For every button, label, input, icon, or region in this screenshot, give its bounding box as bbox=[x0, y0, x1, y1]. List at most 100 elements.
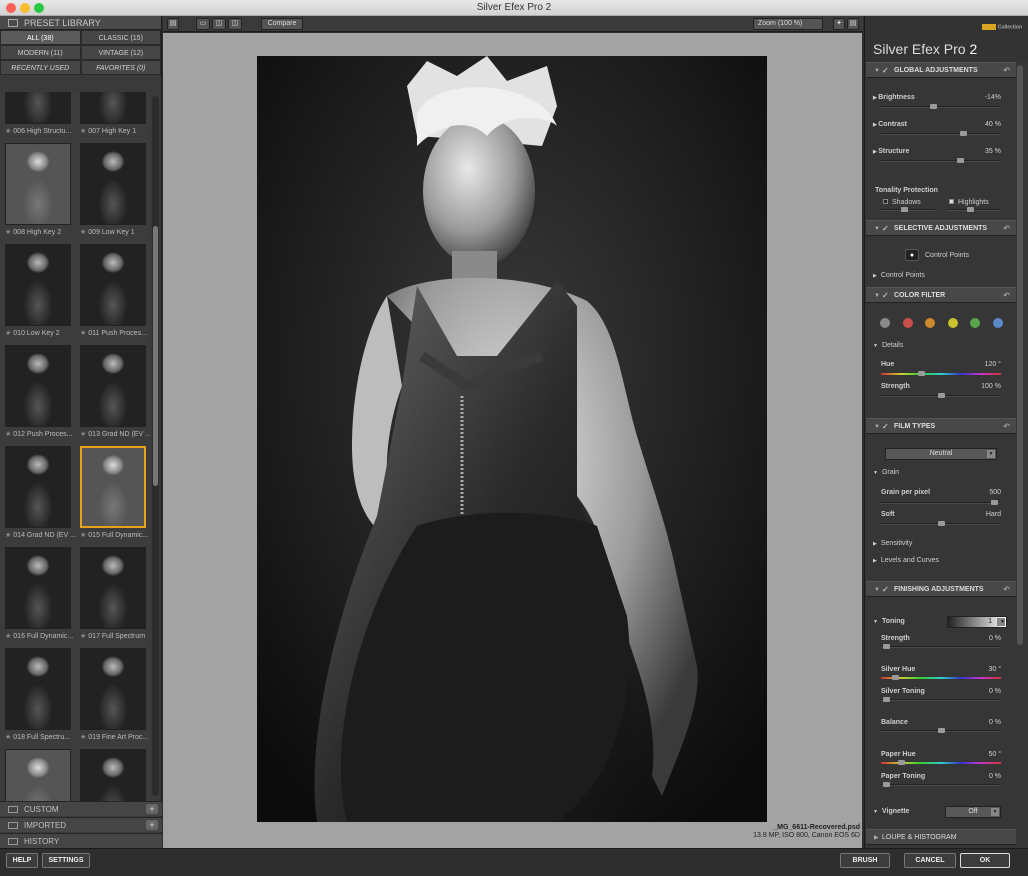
preset-thumbnail[interactable] bbox=[80, 446, 146, 528]
color-filter-header[interactable]: ▼ ✓ COLOR FILTER ↶ bbox=[866, 287, 1016, 303]
color-filter-swatch[interactable] bbox=[902, 318, 913, 328]
expand-arrow-icon[interactable]: ▶ bbox=[874, 830, 879, 846]
favorite-star-icon[interactable]: ★ bbox=[80, 532, 86, 539]
control-points-button[interactable]: ● Control Points bbox=[905, 249, 969, 261]
grain-toggle[interactable]: ▼ Grain bbox=[873, 469, 899, 476]
preset-thumbnail[interactable] bbox=[5, 345, 71, 427]
brush-button[interactable]: BRUSH bbox=[840, 853, 890, 868]
color-strength-slider[interactable] bbox=[881, 393, 1001, 398]
split-view-icon[interactable]: ◫ bbox=[212, 18, 226, 30]
global-adjustments-header[interactable]: ▼ ✓ GLOBAL ADJUSTMENTS ↶ bbox=[866, 62, 1016, 78]
shadows-knob[interactable] bbox=[901, 207, 908, 212]
global-slider[interactable] bbox=[881, 158, 1001, 163]
highlights-slider[interactable] bbox=[947, 207, 1001, 212]
reset-icon[interactable]: ↶ bbox=[1003, 288, 1010, 304]
vignette-toggle[interactable]: ▼ Vignette bbox=[873, 808, 909, 815]
tab-recently-used[interactable]: RECENTLY USED bbox=[0, 60, 81, 75]
slider-knob[interactable] bbox=[929, 104, 937, 109]
enable-checkmark-icon[interactable]: ✓ bbox=[882, 63, 889, 79]
enable-checkmark-icon[interactable]: ✓ bbox=[882, 419, 889, 435]
section-custom[interactable]: CUSTOM + bbox=[0, 801, 162, 816]
preset-thumbnail[interactable] bbox=[5, 244, 71, 326]
preset-thumbnail[interactable] bbox=[80, 345, 146, 427]
favorite-star-icon[interactable]: ★ bbox=[80, 229, 86, 236]
favorite-star-icon[interactable]: ★ bbox=[5, 633, 11, 640]
tab-favorites[interactable]: FAVORITES (0) bbox=[80, 60, 161, 75]
toning-toggle[interactable]: ▼ Toning bbox=[873, 618, 905, 625]
compare-button[interactable]: Compare bbox=[261, 18, 303, 30]
control-points-list[interactable]: ▶ Control Points bbox=[873, 272, 925, 279]
color-filter-swatch[interactable] bbox=[947, 318, 958, 328]
preset-thumbnail[interactable] bbox=[5, 648, 71, 730]
collapse-arrow-icon[interactable]: ▼ bbox=[874, 221, 880, 237]
color-filter-swatch[interactable] bbox=[970, 318, 980, 328]
film-types-header[interactable]: ▼ ✓ FILM TYPES ↶ bbox=[866, 418, 1016, 434]
favorite-star-icon[interactable]: ★ bbox=[80, 633, 86, 640]
film-type-select[interactable]: Neutral ▼ bbox=[885, 448, 997, 460]
enable-checkmark-icon[interactable]: ✓ bbox=[882, 221, 889, 237]
hue-slider[interactable] bbox=[881, 371, 1001, 376]
finishing-slider[interactable] bbox=[881, 728, 1001, 733]
collapse-arrow-icon[interactable]: ▼ bbox=[874, 582, 880, 598]
collapse-arrow-icon[interactable]: ▼ bbox=[874, 419, 880, 435]
minimize-window-button[interactable] bbox=[20, 3, 30, 13]
preset-thumbnail[interactable] bbox=[80, 648, 146, 730]
enable-checkmark-icon[interactable]: ✓ bbox=[882, 582, 889, 598]
favorite-star-icon[interactable]: ★ bbox=[5, 128, 11, 135]
favorite-star-icon[interactable]: ★ bbox=[5, 532, 11, 539]
hue-knob[interactable] bbox=[918, 371, 926, 376]
slider-knob[interactable] bbox=[937, 728, 945, 733]
bulb-icon[interactable]: ✦ bbox=[833, 18, 845, 30]
slider-knob[interactable] bbox=[897, 760, 905, 765]
preset-library-header[interactable]: PRESET LIBRARY bbox=[0, 16, 161, 30]
grain-per-pixel-knob[interactable] bbox=[990, 500, 998, 505]
slider-knob[interactable] bbox=[883, 644, 891, 649]
cancel-button[interactable]: CANCEL bbox=[904, 853, 956, 868]
toning-preset-select[interactable]: 1 ▼ bbox=[947, 616, 1007, 628]
finishing-slider[interactable] bbox=[881, 782, 1001, 787]
toggle-library-icon[interactable]: ▤ bbox=[167, 18, 179, 30]
preset-thumbnail[interactable] bbox=[80, 547, 146, 629]
preset-thumbnail[interactable] bbox=[5, 92, 71, 124]
section-imported[interactable]: IMPORTED + bbox=[0, 817, 162, 832]
color-filter-swatch[interactable] bbox=[992, 318, 1003, 328]
preset-thumbnail[interactable] bbox=[80, 244, 146, 326]
help-button[interactable]: HELP bbox=[6, 853, 38, 868]
color-strength-knob[interactable] bbox=[937, 393, 945, 398]
preset-scrollbar[interactable] bbox=[152, 96, 159, 796]
reset-icon[interactable]: ↶ bbox=[1003, 582, 1010, 598]
tab-modern[interactable]: MODERN (11) bbox=[0, 45, 81, 60]
preset-thumbnail[interactable] bbox=[5, 749, 71, 804]
enable-checkmark-icon[interactable]: ✓ bbox=[882, 288, 889, 304]
preset-thumbnail[interactable] bbox=[5, 143, 71, 225]
finishing-slider[interactable] bbox=[881, 675, 1001, 680]
vignette-select[interactable]: Off ▼ bbox=[945, 806, 1001, 818]
grain-per-pixel-slider[interactable] bbox=[881, 500, 1001, 505]
tab-classic[interactable]: CLASSIC (15) bbox=[80, 30, 161, 45]
details-toggle[interactable]: ▼ Details bbox=[873, 342, 903, 349]
levels-curves-toggle[interactable]: ▶ Levels and Curves bbox=[873, 557, 939, 564]
reset-icon[interactable]: ↶ bbox=[1003, 221, 1010, 237]
preset-thumbnail[interactable] bbox=[80, 92, 146, 124]
slider-knob[interactable] bbox=[956, 158, 964, 163]
add-custom-button[interactable]: + bbox=[146, 804, 158, 814]
preset-scrollbar-thumb[interactable] bbox=[153, 226, 158, 486]
tab-all[interactable]: ALL (38) bbox=[0, 30, 81, 45]
tab-vintage[interactable]: VINTAGE (12) bbox=[80, 45, 161, 60]
side-by-side-icon[interactable]: ◫ bbox=[228, 18, 242, 30]
color-filter-swatch[interactable] bbox=[880, 318, 890, 328]
slider-knob[interactable] bbox=[892, 675, 900, 680]
selective-adjustments-header[interactable]: ▼ ✓ SELECTIVE ADJUSTMENTS ↶ bbox=[866, 220, 1016, 236]
loupe-histogram-header[interactable]: ▶ LOUPE & HISTOGRAM bbox=[866, 829, 1016, 845]
finishing-slider[interactable] bbox=[881, 697, 1001, 702]
color-filter-swatch[interactable] bbox=[925, 318, 935, 328]
favorite-star-icon[interactable]: ★ bbox=[80, 431, 86, 438]
collapse-arrow-icon[interactable]: ▼ bbox=[874, 63, 880, 79]
softness-knob[interactable] bbox=[937, 521, 945, 526]
toggle-panel-icon[interactable]: ▤ bbox=[847, 18, 859, 30]
reset-icon[interactable]: ↶ bbox=[1003, 419, 1010, 435]
close-window-button[interactable] bbox=[6, 3, 16, 13]
adjustments-scrollbar[interactable] bbox=[1017, 65, 1023, 645]
slider-knob[interactable] bbox=[883, 782, 891, 787]
single-view-icon[interactable]: ▭ bbox=[196, 18, 210, 30]
